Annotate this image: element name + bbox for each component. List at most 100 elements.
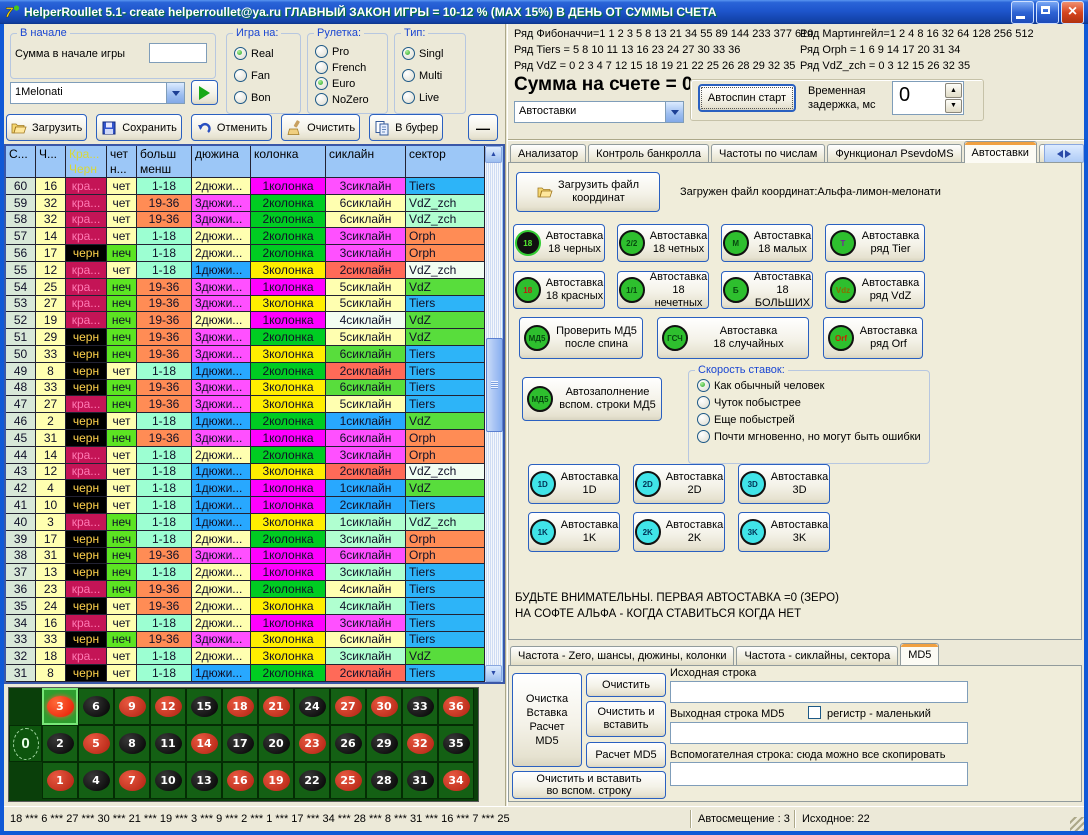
table-cell[interactable]: 5сиклайн: [326, 279, 406, 296]
table-cell[interactable]: VdZ: [406, 480, 485, 497]
table-cell[interactable]: 54: [6, 279, 36, 296]
table-cell[interactable]: черн: [66, 380, 107, 397]
table-cell[interactable]: 2сиклайн: [326, 262, 406, 279]
table-cell[interactable]: неч: [107, 564, 137, 581]
board-cell-6[interactable]: 6: [78, 688, 114, 725]
table-cell[interactable]: 3сиклайн: [326, 564, 406, 581]
autobet-3k-button[interactable]: 3KАвтоставка3K: [738, 512, 830, 552]
tab-0[interactable]: Анализатор: [510, 144, 586, 163]
maximize-button[interactable]: [1036, 1, 1059, 24]
table-cell[interactable]: чет: [107, 648, 137, 665]
table-cell[interactable]: 24: [36, 598, 66, 615]
table-cell[interactable]: 2дюжи...: [192, 178, 251, 195]
table-cell[interactable]: черн: [66, 363, 107, 380]
radio-roulette-french[interactable]: French: [315, 61, 369, 74]
table-cell[interactable]: 16: [36, 178, 66, 195]
table-cell[interactable]: 3дюжи...: [192, 329, 251, 346]
table-cell[interactable]: 46: [6, 413, 36, 430]
table-cell[interactable]: 1колонка: [251, 548, 326, 565]
table-cell[interactable]: 47: [6, 396, 36, 413]
table-cell[interactable]: 1колонка: [251, 480, 326, 497]
table-cell[interactable]: 1сиклайн: [326, 413, 406, 430]
table-cell[interactable]: черн: [66, 413, 107, 430]
table-cell[interactable]: 55: [6, 262, 36, 279]
md5-calc-button[interactable]: Расчет MD5: [586, 742, 666, 768]
table-cell[interactable]: неч: [107, 396, 137, 413]
table-cell[interactable]: чет: [107, 665, 137, 682]
table-cell[interactable]: 1-18: [137, 228, 192, 245]
board-cell-9[interactable]: 9: [114, 688, 150, 725]
table-cell[interactable]: 1-18: [137, 665, 192, 682]
table-cell[interactable]: 3: [36, 514, 66, 531]
chevron-down-icon[interactable]: [665, 102, 683, 122]
table-cell[interactable]: 32: [6, 648, 36, 665]
table-cell[interactable]: 8: [36, 665, 66, 682]
table-cell[interactable]: неч: [107, 581, 137, 598]
table-cell[interactable]: Tiers: [406, 178, 485, 195]
autobet-row3-0[interactable]: МД5Проверить МД5после спина: [519, 317, 643, 359]
autobet-row1-2[interactable]: MАвтоставка18 малых: [721, 224, 813, 262]
table-cell[interactable]: 17: [36, 531, 66, 548]
mode-combo[interactable]: Автоставки: [514, 101, 684, 123]
board-cell-34[interactable]: 34: [438, 762, 474, 799]
table-cell[interactable]: Orph: [406, 430, 485, 447]
table-cell[interactable]: 1сиклайн: [326, 480, 406, 497]
table-cell[interactable]: 38: [6, 548, 36, 565]
table-cell[interactable]: Tiers: [406, 598, 485, 615]
table-cell[interactable]: Tiers: [406, 615, 485, 632]
load-coords-button[interactable]: Загрузить файлкоординат: [516, 172, 660, 212]
table-cell[interactable]: 10: [36, 497, 66, 514]
table-cell[interactable]: 17: [36, 245, 66, 262]
table-cell[interactable]: 3дюжи...: [192, 430, 251, 447]
table-cell[interactable]: чет: [107, 363, 137, 380]
table-cell[interactable]: Tiers: [406, 346, 485, 363]
table-cell[interactable]: неч: [107, 531, 137, 548]
table-cell[interactable]: VdZ: [406, 312, 485, 329]
table-cell[interactable]: кра...: [66, 447, 107, 464]
table-cell[interactable]: 2колонка: [251, 665, 326, 682]
table-cell[interactable]: 2дюжи...: [192, 228, 251, 245]
table-cell[interactable]: 2дюжи...: [192, 312, 251, 329]
table-cell[interactable]: 53: [6, 296, 36, 313]
table-cell[interactable]: 2колонка: [251, 413, 326, 430]
board-cell-3[interactable]: 3: [42, 688, 78, 725]
table-cell[interactable]: VdZ: [406, 413, 485, 430]
table-cell[interactable]: кра...: [66, 228, 107, 245]
table-cell[interactable]: Tiers: [406, 380, 485, 397]
table-cell[interactable]: чет: [107, 480, 137, 497]
profile-combo[interactable]: 1Melonati: [10, 82, 185, 104]
table-cell[interactable]: 6сиклайн: [326, 548, 406, 565]
table-cell[interactable]: чет: [107, 178, 137, 195]
table-cell[interactable]: 41: [6, 497, 36, 514]
table-cell[interactable]: 1дюжи...: [192, 262, 251, 279]
table-cell[interactable]: 37: [6, 564, 36, 581]
table-cell[interactable]: 19-36: [137, 346, 192, 363]
table-cell[interactable]: 2колонка: [251, 531, 326, 548]
table-cell[interactable]: 6сиклайн: [326, 430, 406, 447]
play-button[interactable]: [191, 80, 218, 105]
table-cell[interactable]: неч: [107, 245, 137, 262]
table-cell[interactable]: 2сиклайн: [326, 665, 406, 682]
table-cell[interactable]: 56: [6, 245, 36, 262]
table-cell[interactable]: 50: [6, 346, 36, 363]
table-cell[interactable]: Orph: [406, 531, 485, 548]
table-cell[interactable]: 3колонка: [251, 632, 326, 649]
table-cell[interactable]: 2дюжи...: [192, 598, 251, 615]
table-cell[interactable]: 19-36: [137, 212, 192, 229]
table-cell[interactable]: 1дюжи...: [192, 413, 251, 430]
table-cell[interactable]: 2колонка: [251, 447, 326, 464]
table-cell[interactable]: 27: [36, 396, 66, 413]
table-cell[interactable]: 3колонка: [251, 648, 326, 665]
table-cell[interactable]: 13: [36, 564, 66, 581]
table-cell[interactable]: 3колонка: [251, 396, 326, 413]
table-cell[interactable]: 3колонка: [251, 598, 326, 615]
table-cell[interactable]: 1-18: [137, 178, 192, 195]
scroll-down-icon[interactable]: ▼: [485, 665, 502, 682]
table-cell[interactable]: 59: [6, 195, 36, 212]
toolbar-load-button[interactable]: Загрузить: [6, 114, 87, 141]
table-cell[interactable]: 3колонка: [251, 380, 326, 397]
table-cell[interactable]: Orph: [406, 447, 485, 464]
source-string-input[interactable]: [670, 681, 968, 703]
board-cell-27[interactable]: 27: [330, 688, 366, 725]
table-cell[interactable]: 1-18: [137, 413, 192, 430]
